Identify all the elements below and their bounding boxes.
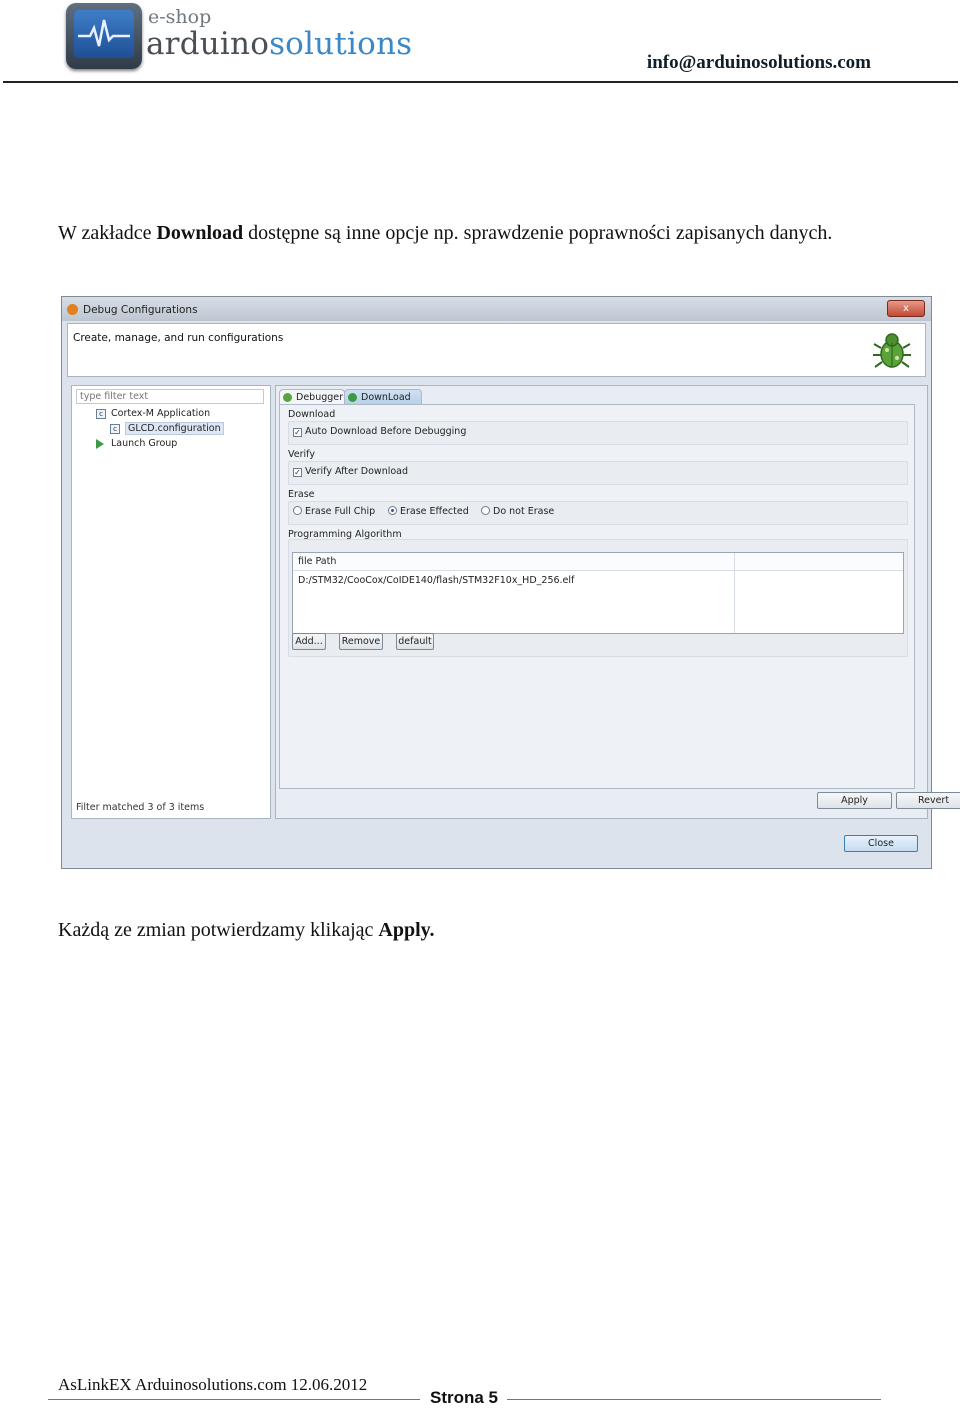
paragraph-apply: Każdą ze zmian potwierdzamy klikając App…: [58, 918, 435, 943]
tab-label: DownLoad: [361, 392, 411, 403]
programming-algorithm-group: Programming Algorithm file Path D:/STM32…: [288, 529, 908, 669]
window-app-icon: [67, 304, 78, 315]
tab-download[interactable]: DownLoad: [344, 389, 422, 404]
close-button[interactable]: Close: [844, 835, 918, 852]
algorithm-file-table[interactable]: file Path D:/STM32/CooCox/CoIDE140/flash…: [292, 552, 904, 634]
footer-divider-left: [48, 1399, 420, 1400]
do-not-erase-radio[interactable]: Do not Erase: [481, 506, 554, 517]
programming-algorithm-box: file Path D:/STM32/CooCox/CoIDE140/flash…: [288, 539, 908, 657]
tree-item-label: Launch Group: [111, 438, 178, 449]
erase-group-box: Erase Full Chip Erase Effected Do not Er…: [288, 501, 908, 525]
verify-group-title: Verify: [288, 449, 315, 460]
launch-group-icon: [96, 438, 104, 449]
debug-configurations-window: Debug Configurations x Create, manage, a…: [61, 296, 960, 869]
radio-icon: [293, 506, 302, 515]
erase-full-chip-radio[interactable]: Erase Full Chip: [293, 506, 375, 517]
banner-text: Create, manage, and run configurations: [73, 332, 284, 344]
window-banner: Create, manage, and run configurations: [67, 323, 926, 377]
tab-bar: Debugger DownLoad: [279, 389, 924, 404]
window-titlebar: Debug Configurations x: [62, 297, 931, 321]
verify-group: Verify ✓ Verify After Download: [288, 449, 908, 493]
config-icon: c: [110, 423, 120, 434]
default-button[interactable]: default: [396, 633, 434, 650]
download-group-title: Download: [288, 409, 336, 420]
paragraph-intro: W zakładce Download dostępne są inne opc…: [58, 221, 858, 246]
header-divider: [3, 81, 958, 83]
window-close-button[interactable]: x: [887, 300, 925, 317]
table-row[interactable]: D:/STM32/CooCox/CoIDE140/flash/STM32F10x…: [298, 575, 574, 586]
erase-effected-radio[interactable]: Erase Effected: [388, 506, 469, 517]
tree-item-launch-group[interactable]: Launch Group: [96, 438, 177, 449]
verify-group-box: ✓ Verify After Download: [288, 461, 908, 485]
checkbox-checked-icon: ✓: [293, 428, 302, 437]
radio-icon: [481, 506, 490, 515]
table-header: file Path: [293, 553, 903, 571]
column-header-file-path: file Path: [298, 556, 337, 567]
page-number: Strona 5: [430, 1388, 499, 1407]
tree-item-cortex-m-application[interactable]: c Cortex-M Application: [96, 408, 210, 419]
logo-brand-part1: arduino: [146, 26, 270, 62]
tab-label: Debugger: [296, 392, 344, 403]
remove-button[interactable]: Remove: [339, 633, 383, 650]
para2-bold: Apply.: [378, 919, 435, 941]
footer-text: AsLinkEX Arduinosolutions.com 12.06.2012: [58, 1375, 368, 1394]
revert-button[interactable]: Revert: [896, 792, 960, 809]
para2-text: Każdą ze zmian potwierdzamy klikając: [58, 919, 379, 941]
logo-eshop-text: e-shop: [148, 6, 212, 28]
logo-screen: [74, 10, 134, 58]
checkbox-label: Auto Download Before Debugging: [305, 426, 467, 437]
add-button[interactable]: Add...: [292, 633, 326, 650]
download-tab-icon: [348, 393, 357, 402]
erase-group: Erase Erase Full Chip Erase Effected Do …: [288, 489, 908, 533]
para1-bold: Download: [156, 222, 244, 244]
checkbox-label: Verify After Download: [305, 466, 409, 477]
download-group-box: ✓ Auto Download Before Debugging: [288, 421, 908, 445]
tree-item-label: GLCD.configuration: [125, 422, 224, 435]
verify-after-download-checkbox[interactable]: ✓ Verify After Download: [293, 466, 408, 477]
configuration-settings-pane: Debugger DownLoad Download ✓ Auto Downloa…: [275, 385, 960, 819]
erase-group-title: Erase: [288, 489, 315, 500]
para1-text-b: dostępne są inne opcje np. sprawdzenie p…: [243, 222, 833, 244]
window-title: Debug Configurations: [83, 304, 198, 316]
checkbox-checked-icon: ✓: [293, 468, 302, 477]
header-email: info@arduinosolutions.com: [646, 52, 871, 73]
radio-label: Erase Full Chip: [305, 506, 376, 517]
radio-selected-icon: [388, 506, 397, 515]
config-type-icon: c: [96, 408, 106, 419]
bug-icon: [873, 333, 911, 368]
column-divider: [734, 553, 735, 633]
download-group: Download ✓ Auto Download Before Debugging: [288, 409, 908, 453]
filter-input[interactable]: [76, 389, 264, 404]
tab-debugger[interactable]: Debugger: [279, 389, 345, 404]
radio-label: Erase Effected: [400, 506, 469, 517]
logo-brand-text: arduinosolutions: [146, 26, 412, 62]
heartbeat-icon: [78, 19, 130, 47]
para1-text-a: W zakładce: [58, 222, 157, 244]
auto-download-checkbox[interactable]: ✓ Auto Download Before Debugging: [293, 426, 466, 437]
download-tab-panel: Download ✓ Auto Download Before Debugging…: [279, 404, 915, 789]
filter-status-text: Filter matched 3 of 3 items: [76, 802, 205, 813]
footer-divider-right: [507, 1399, 881, 1400]
debugger-tab-icon: [283, 393, 292, 402]
configuration-tree-pane: c Cortex-M Application c GLCD.configuratio…: [71, 385, 271, 819]
logo-brand-part2: solutions: [269, 26, 413, 62]
tree-item-glcd-configuration[interactable]: c GLCD.configuration: [110, 422, 224, 435]
radio-label: Do not Erase: [493, 506, 555, 517]
apply-button[interactable]: Apply: [817, 792, 892, 809]
tree-item-label: Cortex-M Application: [111, 408, 211, 419]
